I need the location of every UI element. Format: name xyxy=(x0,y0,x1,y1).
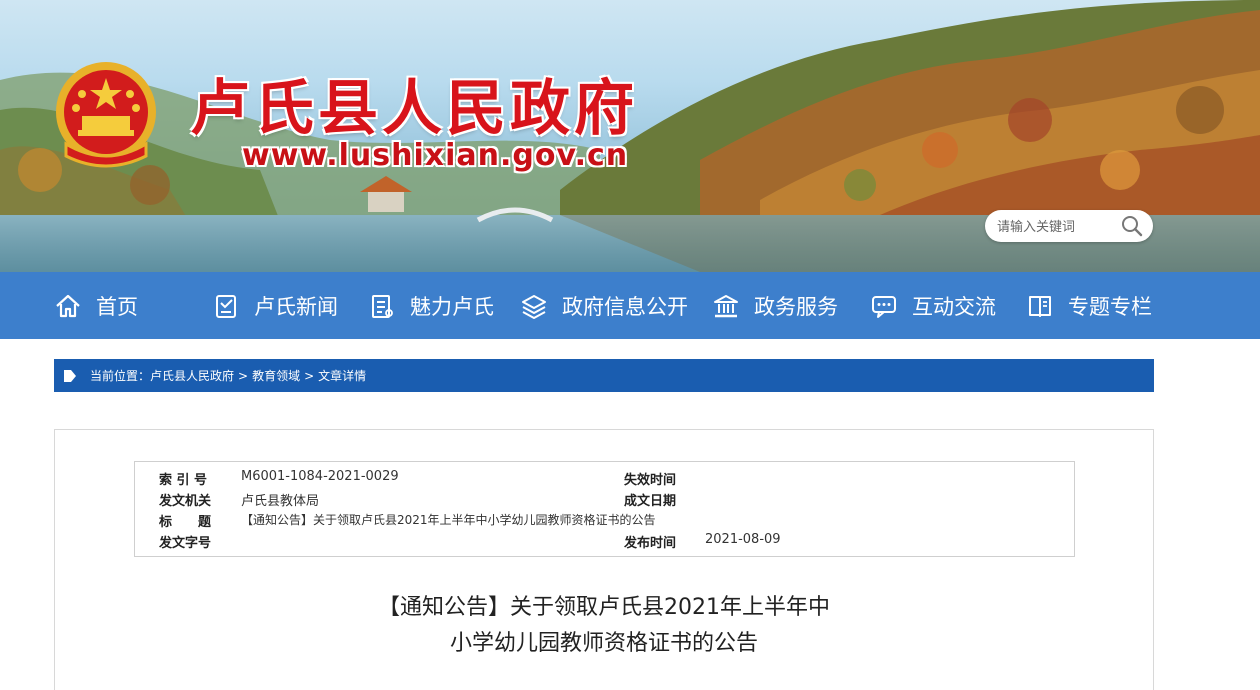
article-container: 索 引 号 M6001-1084-2021-0029 失效时间 发文机关 卢氏县… xyxy=(54,429,1154,690)
breadcrumb-prefix: 当前位置： xyxy=(90,369,151,383)
meta-issuer-label: 发文机关 xyxy=(159,494,212,509)
article-title-line2: 小学幼儿园教师资格证书的公告 xyxy=(449,631,758,656)
nav-label-interaction: 互动交流 xyxy=(912,294,996,319)
breadcrumb-education[interactable]: 教育领域 xyxy=(252,367,300,384)
breadcrumb-separator: > xyxy=(238,368,249,383)
layers-icon xyxy=(522,294,546,319)
home-icon xyxy=(56,294,80,317)
nav-label-charm: 魅力卢氏 xyxy=(410,294,494,319)
meta-expire-label: 失效时间 xyxy=(624,473,677,488)
meta-issuer-value: 卢氏县教体局 xyxy=(241,494,320,509)
meta-row-issuer: 发文机关 卢氏县教体局 成文日期 xyxy=(135,490,1074,511)
document-list-icon xyxy=(372,294,393,318)
chat-icon xyxy=(872,295,896,318)
nav-label-special: 专题专栏 xyxy=(1068,294,1152,319)
meta-index-value: M6001-1084-2021-0029 xyxy=(241,469,399,484)
government-building-icon xyxy=(714,294,738,317)
breadcrumb-current[interactable]: 文章详情 xyxy=(318,367,366,384)
book-icon xyxy=(1029,295,1051,317)
search-icon[interactable] xyxy=(1121,215,1143,237)
meta-docno-label: 发文字号 xyxy=(159,536,212,551)
breadcrumb-home[interactable]: 卢氏县人民政府 xyxy=(150,367,234,384)
header-banner: 卢氏县人民政府 www.lushixian.gov.cn xyxy=(0,0,1260,272)
meta-index-label: 索 引 号 xyxy=(159,473,208,488)
meta-row-index: 索 引 号 M6001-1084-2021-0029 失效时间 xyxy=(135,469,1074,490)
nav-item-gov-info[interactable]: 政府信息公开 xyxy=(520,272,688,339)
nav-item-gov-service[interactable]: 政务服务 xyxy=(712,272,838,339)
article-title-line1: 【通知公告】关于领取卢氏县2021年上半年中 xyxy=(378,595,830,620)
main-nav: 首页 卢氏新闻 魅力卢氏 政府信息公开 政务服务 互动交流 专题专栏 xyxy=(0,272,1260,339)
site-title: 卢氏县人民政府 xyxy=(190,74,638,144)
breadcrumb-separator: > xyxy=(304,368,315,383)
meta-created-label: 成文日期 xyxy=(624,494,677,509)
nav-item-special[interactable]: 专题专栏 xyxy=(1026,272,1152,339)
nav-label-gov-info: 政府信息公开 xyxy=(562,294,688,319)
nav-label-gov-service: 政务服务 xyxy=(754,294,838,319)
meta-row-docno: 发文字号 发布时间 2021-08-09 xyxy=(135,532,1074,553)
breadcrumb: 当前位置： 卢氏县人民政府 > 教育领域 > 文章详情 xyxy=(54,359,1154,392)
news-icon xyxy=(216,294,236,318)
article-title: 【通知公告】关于领取卢氏县2021年上半年中 小学幼儿园教师资格证书的公告 xyxy=(55,590,1153,662)
meta-title-value: 【通知公告】关于领取卢氏县2021年上半年中小学幼儿园教师资格证书的公告 xyxy=(241,513,656,527)
search-input[interactable] xyxy=(995,216,1119,238)
meta-title-label: 标 题 xyxy=(159,515,212,530)
meta-publish-label: 发布时间 xyxy=(624,536,677,551)
national-emblem-icon xyxy=(56,62,156,168)
nav-item-charm[interactable]: 魅力卢氏 xyxy=(368,272,494,339)
nav-item-news[interactable]: 卢氏新闻 xyxy=(212,272,338,339)
nav-label-home: 首页 xyxy=(96,294,138,319)
location-arrow-icon xyxy=(64,369,76,382)
article-meta-table: 索 引 号 M6001-1084-2021-0029 失效时间 发文机关 卢氏县… xyxy=(134,461,1075,557)
search-box xyxy=(985,210,1153,242)
nav-label-news: 卢氏新闻 xyxy=(254,294,338,319)
site-url: www.lushixian.gov.cn xyxy=(242,138,629,173)
nav-item-home[interactable]: 首页 xyxy=(54,272,138,339)
nav-item-interaction[interactable]: 互动交流 xyxy=(870,272,996,339)
meta-row-title: 标 题 【通知公告】关于领取卢氏县2021年上半年中小学幼儿园教师资格证书的公告 xyxy=(135,511,1074,532)
meta-publish-value: 2021-08-09 xyxy=(705,532,781,547)
